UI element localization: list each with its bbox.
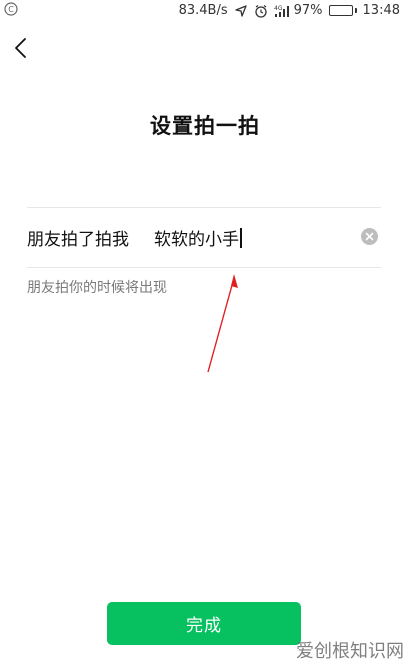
signal-icon: 4G: [274, 4, 289, 18]
pat-suffix-input[interactable]: 软软的小手: [154, 225, 242, 250]
battery-icon: [328, 5, 357, 16]
text-caret: [240, 227, 242, 248]
annotation-arrow: [207, 274, 238, 373]
location-icon: [234, 4, 248, 18]
pat-prefix-label: 朋友拍了拍我: [27, 230, 129, 250]
svg-text:C: C: [8, 5, 14, 14]
pat-suffix-value: 软软的小手: [154, 230, 239, 250]
status-bar: C 83.4B/s 4G 97% 13:48: [0, 0, 410, 22]
settings-screen: C 83.4B/s 4G 97% 13:48 设置拍一拍 朋友拍了拍我 软软的小…: [0, 0, 410, 667]
close-icon: [365, 232, 374, 241]
done-button[interactable]: 完成: [107, 602, 301, 645]
hint-text: 朋友拍你的时候将出现: [27, 280, 167, 296]
alarm-icon: [254, 4, 268, 18]
chevron-left-icon: [13, 37, 27, 63]
watermark-logo: 爱创根知识网: [296, 641, 404, 662]
page-title: 设置拍一拍: [150, 114, 260, 138]
clear-input-button[interactable]: [361, 228, 378, 245]
back-button[interactable]: [6, 36, 34, 64]
network-speed: 83.4B/s: [178, 3, 228, 18]
battery-percent: 97%: [293, 3, 323, 18]
status-indicators: 83.4B/s 4G 97% 13:48: [179, 3, 400, 18]
app-notification-icon: C: [4, 2, 18, 16]
svg-text:4G: 4G: [274, 5, 283, 12]
pat-setting-row: 朋友拍了拍我 软软的小手: [27, 208, 381, 267]
status-time: 13:48: [362, 3, 400, 18]
